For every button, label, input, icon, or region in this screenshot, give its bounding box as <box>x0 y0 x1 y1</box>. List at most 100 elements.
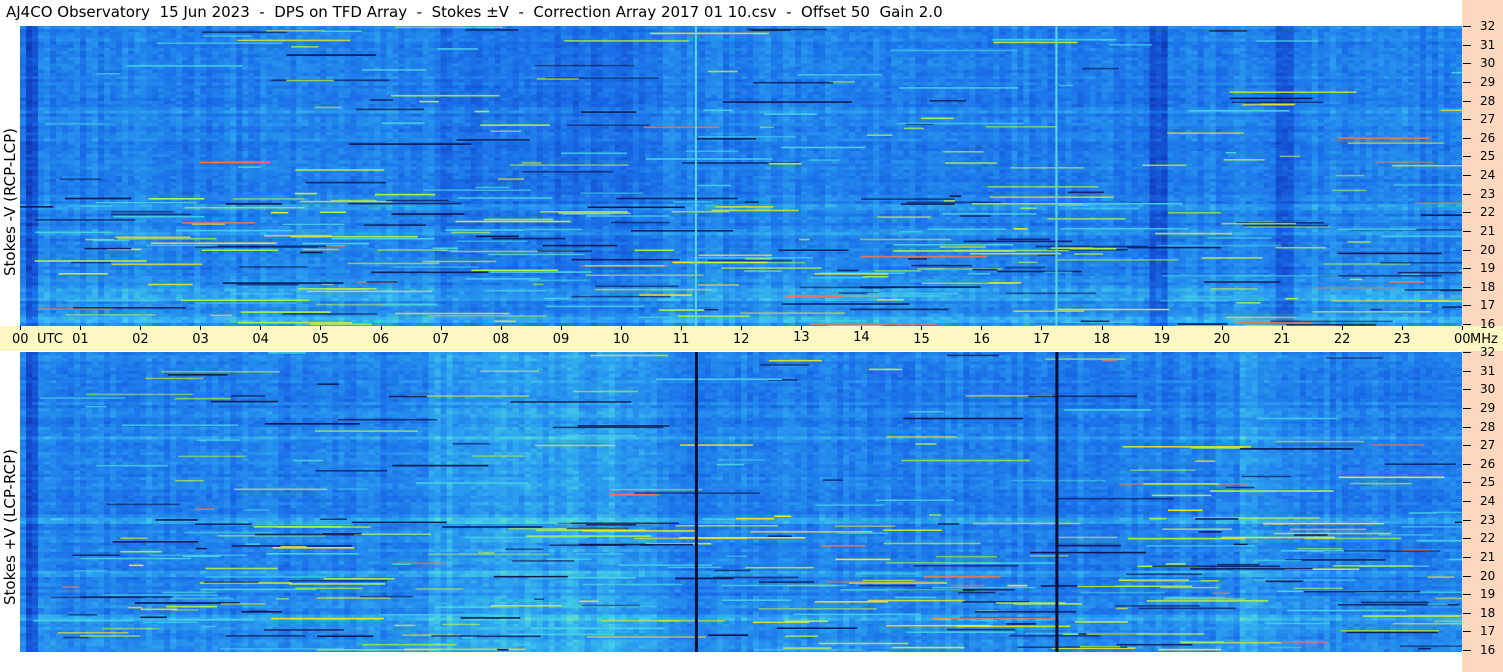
frequency-tick-mark <box>1463 26 1471 27</box>
interference-streak <box>577 425 670 427</box>
interference-streak <box>120 537 148 539</box>
frequency-tick-label: 31 <box>1480 364 1495 378</box>
interference-streak <box>102 627 159 630</box>
interference-streak <box>196 547 207 550</box>
utc-tick-mark <box>260 326 262 330</box>
frequency-tick-mark <box>1463 482 1471 484</box>
interference-streak <box>637 316 672 319</box>
interference-streak <box>677 315 750 317</box>
utc-tick-label: 08 <box>493 332 510 347</box>
frequency-tick-label: 16 <box>1480 643 1495 657</box>
interference-streak <box>370 99 393 101</box>
utc-tick-label: 07 <box>433 332 450 347</box>
interference-streak <box>1293 587 1343 590</box>
interference-streak <box>1232 101 1323 103</box>
interference-streak <box>697 184 731 187</box>
interference-streak <box>707 70 738 73</box>
utc-tick-mark <box>1281 326 1283 330</box>
interference-streak <box>1370 308 1382 311</box>
interference-streak <box>1404 289 1462 291</box>
interference-streak <box>1054 308 1170 311</box>
interference-streak <box>634 249 674 252</box>
interference-streak <box>1005 292 1097 295</box>
interference-streak <box>1056 544 1121 547</box>
interference-streak <box>634 537 748 540</box>
frequency-tick-label: 29 <box>1480 401 1495 415</box>
interference-streak <box>1217 563 1260 566</box>
interference-streak <box>366 281 398 283</box>
interference-streak <box>1236 274 1339 277</box>
interference-streak <box>707 259 792 262</box>
interference-streak <box>291 46 319 48</box>
y-axis-label-top: Stokes -V (RCP-LCP) <box>1 128 19 276</box>
interference-streak <box>947 354 999 357</box>
interference-streak <box>85 405 107 408</box>
interference-streak <box>859 238 951 241</box>
interference-streak <box>834 525 896 527</box>
frequency-tick-label: 32 <box>1480 345 1495 359</box>
interference-streak <box>1287 609 1407 612</box>
interference-streak <box>240 311 331 313</box>
interference-streak <box>703 308 719 311</box>
interference-streak <box>1290 528 1367 531</box>
interference-streak <box>754 648 863 651</box>
interference-streak <box>264 234 333 237</box>
frequency-tick-label: 23 <box>1480 187 1495 201</box>
interference-streak <box>1201 257 1263 259</box>
interference-streak <box>474 110 490 113</box>
interference-streak <box>1151 494 1212 497</box>
interference-streak <box>1265 622 1330 625</box>
interference-streak <box>1069 248 1117 250</box>
interference-streak <box>1362 615 1461 617</box>
interference-streak <box>390 94 500 97</box>
interference-streak <box>488 253 585 256</box>
interference-streak <box>1138 607 1236 610</box>
interference-streak <box>640 544 653 546</box>
interference-streak <box>767 535 792 537</box>
interference-streak <box>579 600 599 603</box>
utc-tick-mark <box>741 326 742 330</box>
frequency-tick-mark <box>1463 137 1471 139</box>
interference-streak <box>1064 409 1152 411</box>
frequency-tick-mark <box>1463 501 1471 502</box>
interference-streak <box>698 136 797 138</box>
interference-streak <box>117 237 217 240</box>
interference-streak <box>317 383 340 385</box>
utc-tick-label: 15 <box>913 332 930 347</box>
interference-streak <box>903 127 925 130</box>
interference-streak <box>798 320 861 322</box>
interference-streak <box>1030 555 1069 557</box>
frequency-tick-label: 20 <box>1480 569 1495 583</box>
interference-streak <box>908 411 945 413</box>
frequency-tick-mark <box>1463 249 1471 251</box>
interference-streak <box>1132 580 1209 583</box>
interference-streak <box>1067 191 1105 194</box>
utc-tick-mark <box>1221 326 1223 330</box>
interference-streak <box>680 444 753 446</box>
interference-streak <box>903 417 1023 420</box>
interference-streak <box>972 268 998 271</box>
interference-streak <box>827 325 883 326</box>
interference-streak <box>298 288 377 290</box>
interference-streak <box>497 648 509 651</box>
interference-streak <box>558 212 631 215</box>
interference-streak <box>84 247 132 250</box>
interference-streak <box>388 395 427 398</box>
interference-streak <box>764 113 817 115</box>
interference-streak <box>510 401 632 403</box>
interference-streak <box>1210 490 1334 492</box>
interference-streak <box>498 178 525 180</box>
utc-tick-label: 06 <box>373 332 390 347</box>
interference-streak <box>899 87 1019 89</box>
frequency-tick-label: 25 <box>1480 149 1495 163</box>
interference-streak <box>362 69 427 71</box>
interference-streak <box>1427 603 1448 606</box>
interference-streak <box>505 548 544 550</box>
interference-streak <box>205 567 278 570</box>
interference-streak <box>93 239 130 242</box>
interference-streak <box>585 274 704 276</box>
interference-streak <box>1198 531 1222 533</box>
interference-streak <box>891 646 965 649</box>
interference-streak <box>726 555 748 558</box>
spectrogram-page: AJ4CO Observatory 15 Jun 2023 - DPS on T… <box>0 0 1503 672</box>
